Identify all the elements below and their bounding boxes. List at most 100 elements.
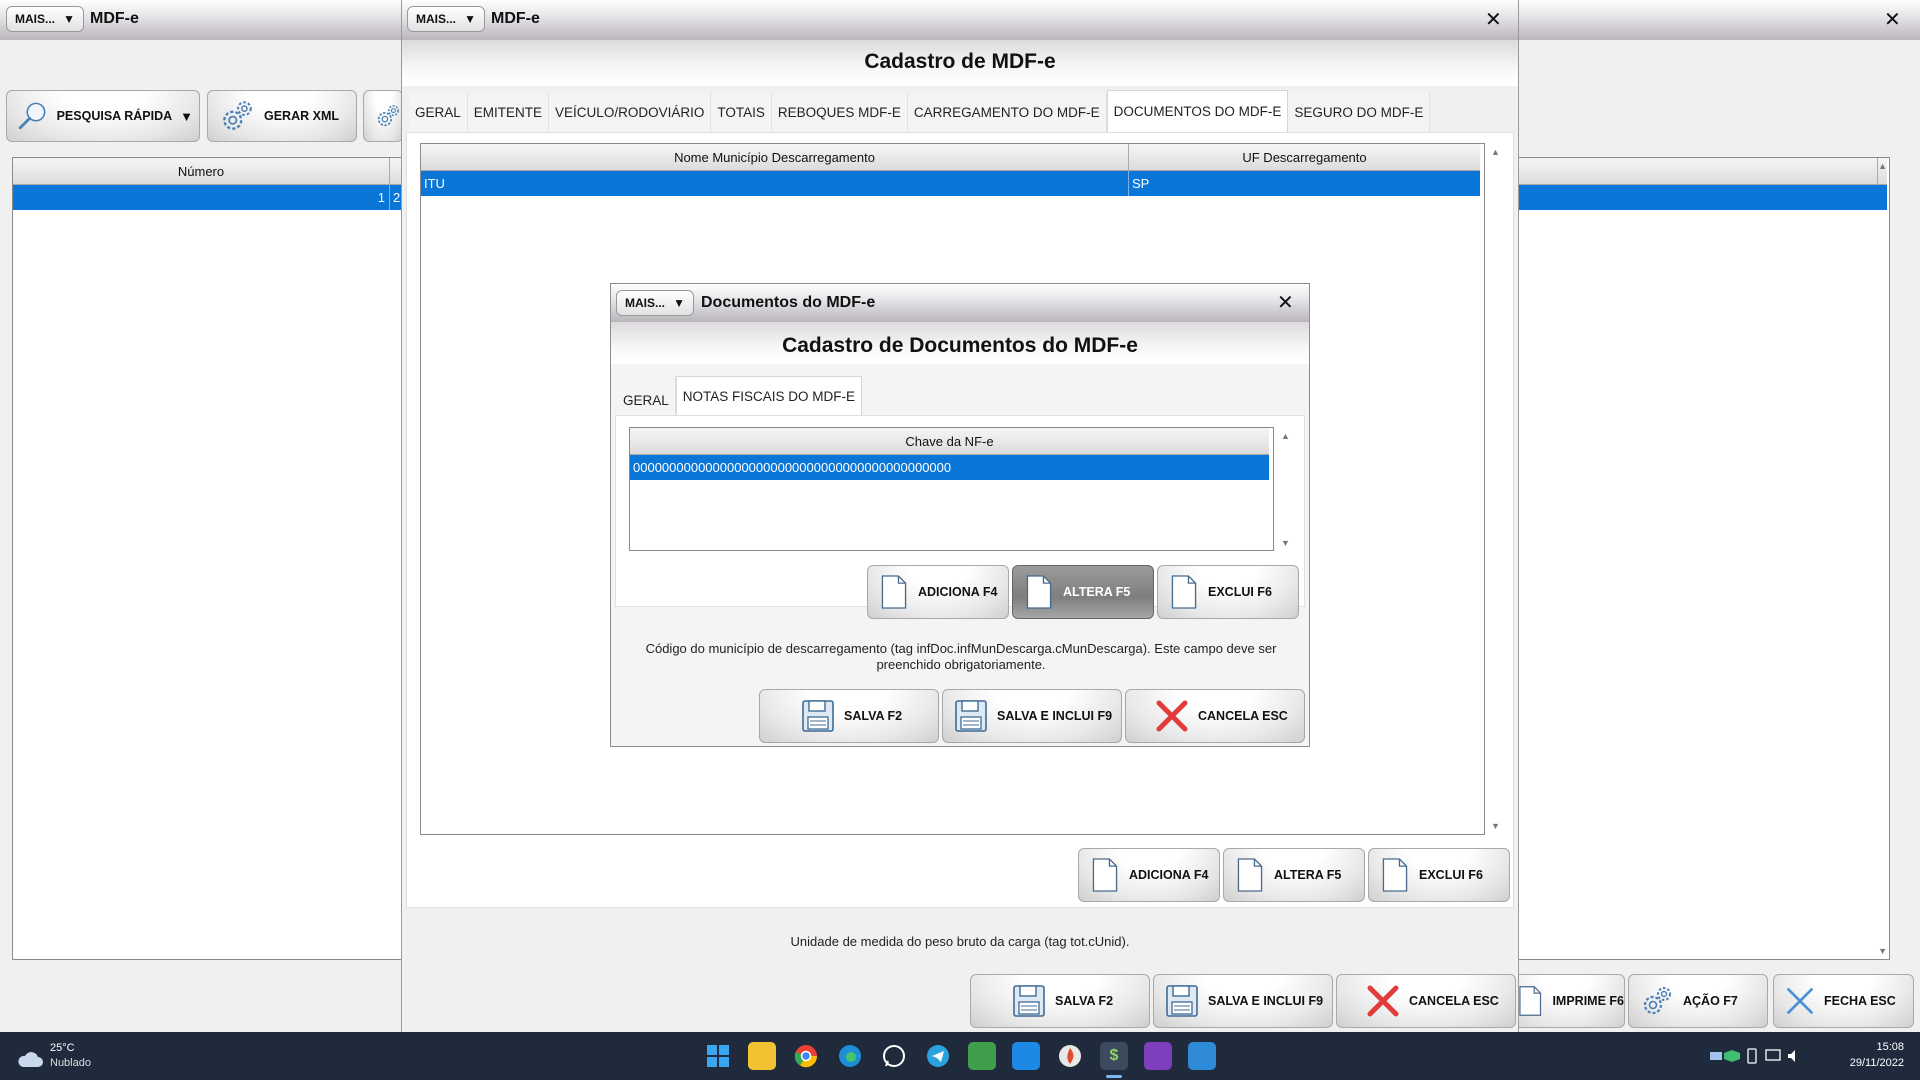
cadastro-heading: Cadastro de MDF-e bbox=[864, 50, 1056, 73]
toolbar-button-partial[interactable] bbox=[363, 90, 403, 142]
tab-notas-fiscais[interactable]: NOTAS FISCAIS DO MDF-E bbox=[675, 376, 863, 416]
scroll-up-arrow[interactable]: ▲ bbox=[1491, 147, 1500, 157]
app-icon-blue[interactable] bbox=[1012, 1042, 1040, 1070]
floppy-disk-icon bbox=[953, 698, 989, 734]
system-tray[interactable] bbox=[1708, 1046, 1818, 1066]
tab-geral[interactable]: GERAL bbox=[409, 92, 468, 132]
floppy-disk-icon bbox=[800, 698, 836, 734]
altera-municipio-button[interactable]: ALTERA F5 bbox=[1223, 848, 1365, 902]
nfe-grid[interactable]: Chave da NF-e 00000000000000000000000000… bbox=[629, 427, 1274, 551]
delete-document-icon bbox=[1379, 857, 1411, 893]
app-icon-flame[interactable] bbox=[1056, 1042, 1084, 1070]
main-window-title: MDF-e bbox=[90, 10, 139, 27]
exclui-nfe-button[interactable]: EXCLUI F6 bbox=[1157, 565, 1299, 619]
acao-label: AÇÃO F7 bbox=[1683, 994, 1738, 1008]
documentos-close-icon[interactable]: ✕ bbox=[1277, 293, 1294, 313]
whatsapp-icon[interactable] bbox=[880, 1042, 908, 1070]
doc-cancela-button[interactable]: CANCELA ESC bbox=[1125, 689, 1305, 743]
chevron-down-icon: ▼ bbox=[673, 296, 685, 310]
fecha-button[interactable]: FECHA ESC bbox=[1773, 974, 1914, 1028]
main-close-icon[interactable]: ✕ bbox=[1884, 10, 1901, 30]
exclui-municipio-button[interactable]: EXCLUI F6 bbox=[1368, 848, 1510, 902]
clock-time[interactable]: 15:08 bbox=[1860, 1041, 1904, 1053]
weather-widget[interactable]: 25°C Nublado bbox=[16, 1040, 136, 1074]
cadastro-close-icon[interactable]: ✕ bbox=[1485, 10, 1502, 30]
documentos-hint: Código do município de descarregamento (… bbox=[645, 641, 1277, 672]
imprime-button[interactable]: IMPRIME F6 bbox=[1505, 974, 1625, 1028]
doc-adiciona-label: ADICIONA F4 bbox=[918, 585, 998, 599]
documentos-mais-button[interactable]: MAIS... ▼ bbox=[616, 290, 694, 316]
scroll-up-arrow[interactable]: ▲ bbox=[1281, 431, 1290, 441]
main-mais-button[interactable]: MAIS... ▼ bbox=[6, 6, 84, 32]
salva-button[interactable]: SALVA F2 bbox=[970, 974, 1150, 1028]
municipio-grid-header: Nome Município Descarregamento UF Descar… bbox=[421, 144, 1480, 171]
add-document-icon bbox=[878, 574, 910, 610]
edge-icon[interactable] bbox=[836, 1042, 864, 1070]
main-mais-label: MAIS... bbox=[15, 12, 56, 26]
tab-reboques[interactable]: REBOQUES MDF-E bbox=[771, 92, 908, 132]
cadastro-mais-button[interactable]: MAIS... ▼ bbox=[407, 6, 485, 32]
cell-numero: 1 bbox=[13, 185, 390, 210]
telegram-icon[interactable] bbox=[924, 1042, 952, 1070]
app-icon-window[interactable] bbox=[1188, 1042, 1216, 1070]
windows-start-icon[interactable] bbox=[704, 1042, 732, 1070]
tab-emitente[interactable]: EMITENTE bbox=[467, 92, 550, 132]
spreadsheet-icon[interactable] bbox=[968, 1042, 996, 1070]
tab-totais[interactable]: TOTAIS bbox=[711, 92, 772, 132]
app-icon-purple[interactable] bbox=[1144, 1042, 1172, 1070]
adiciona-nfe-button[interactable]: ADICIONA F4 bbox=[867, 565, 1009, 619]
chevron-down-icon[interactable]: ▼ bbox=[180, 109, 193, 124]
close-icon bbox=[1784, 985, 1816, 1017]
active-app-icon[interactable]: $ bbox=[1100, 1042, 1128, 1070]
table-row[interactable]: ITU SP bbox=[421, 171, 1480, 196]
table-row[interactable]: 0000000000000000000000000000000000000000… bbox=[630, 455, 1269, 480]
clock-date[interactable]: 29/11/2022 bbox=[1834, 1057, 1904, 1069]
doc-salva-label: SALVA F2 bbox=[844, 709, 903, 723]
tray-icons bbox=[1710, 1048, 1795, 1064]
altera-nfe-button[interactable]: ALTERA F5 bbox=[1012, 565, 1154, 619]
col-nome-municipio[interactable]: Nome Município Descarregamento bbox=[421, 144, 1129, 170]
cancela-button[interactable]: CANCELA ESC bbox=[1336, 974, 1516, 1028]
tab-seguro[interactable]: SEGURO DO MDF-E bbox=[1288, 92, 1431, 132]
documentos-dialog: MAIS... ▼ Documentos do MDF-e ✕ Cadastro… bbox=[610, 283, 1310, 747]
scroll-down-arrow[interactable]: ▼ bbox=[1878, 946, 1887, 956]
exclui-label: EXCLUI F6 bbox=[1419, 868, 1483, 882]
add-document-icon bbox=[1089, 857, 1121, 893]
cloud-icon bbox=[18, 1052, 43, 1067]
tab-veiculo-rodoviario[interactable]: VEÍCULO/RODOVIÁRIO bbox=[549, 92, 712, 132]
pesquisa-rapida-button[interactable]: PESQUISA RÁPIDA ▼ bbox=[6, 90, 200, 142]
cadastro-titlebar bbox=[402, 0, 1518, 40]
col-chave-nfe[interactable]: Chave da NF-e bbox=[630, 428, 1269, 454]
adiciona-municipio-button[interactable]: ADICIONA F4 bbox=[1078, 848, 1220, 902]
tab-doc-geral[interactable]: GERAL bbox=[617, 376, 676, 414]
cadastro-hint: Unidade de medida do peso bruto da carga… bbox=[790, 934, 1130, 949]
cancel-x-icon bbox=[1365, 983, 1401, 1019]
tab-documentos[interactable]: DOCUMENTOS DO MDF-E bbox=[1106, 90, 1289, 132]
chrome-icon[interactable] bbox=[792, 1042, 820, 1070]
salva-inclui-button[interactable]: SALVA E INCLUI F9 bbox=[1153, 974, 1333, 1028]
adiciona-label: ADICIONA F4 bbox=[1129, 868, 1209, 882]
cell-chave-nfe: 0000000000000000000000000000000000000000… bbox=[633, 460, 952, 475]
col-numero[interactable]: Número bbox=[13, 158, 390, 184]
cancela-label: CANCELA ESC bbox=[1409, 994, 1499, 1008]
documentos-mais-label: MAIS... bbox=[625, 296, 666, 310]
col-right-partial[interactable]: lo bbox=[1498, 158, 1878, 184]
tab-carregamento[interactable]: CARREGAMENTO DO MDF-E bbox=[907, 92, 1107, 132]
nfe-grid-header: Chave da NF-e bbox=[630, 428, 1269, 455]
doc-cancela-label: CANCELA ESC bbox=[1198, 709, 1288, 723]
gerar-xml-button[interactable]: GERAR XML bbox=[207, 90, 357, 142]
gear-icon bbox=[374, 99, 402, 133]
edge-logo-icon bbox=[839, 1045, 861, 1067]
file-explorer-icon[interactable] bbox=[748, 1042, 776, 1070]
gerar-xml-label: GERAR XML bbox=[264, 109, 339, 123]
scroll-up-arrow[interactable]: ▲ bbox=[1878, 161, 1887, 171]
doc-salva-inclui-button[interactable]: SALVA E INCLUI F9 bbox=[942, 689, 1122, 743]
col-uf-descarregamento[interactable]: UF Descarregamento bbox=[1129, 144, 1480, 170]
acao-button[interactable]: AÇÃO F7 bbox=[1628, 974, 1768, 1028]
altera-label: ALTERA F5 bbox=[1274, 868, 1342, 882]
scroll-down-arrow[interactable]: ▼ bbox=[1491, 821, 1500, 831]
scroll-down-arrow[interactable]: ▼ bbox=[1281, 538, 1290, 548]
doc-salva-button[interactable]: SALVA F2 bbox=[759, 689, 939, 743]
weather-temp: 25°C bbox=[50, 1042, 75, 1054]
imprime-label: IMPRIME F6 bbox=[1552, 994, 1624, 1008]
